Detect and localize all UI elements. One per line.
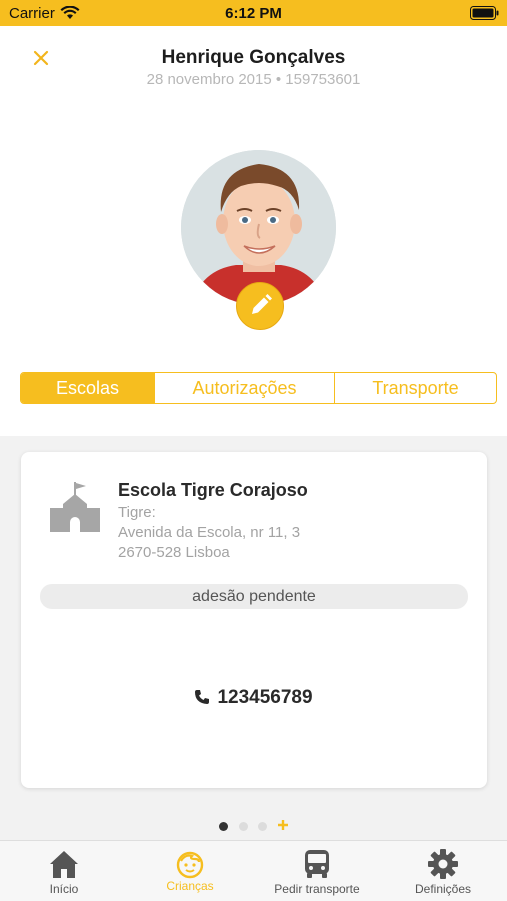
school-address-line: Tigre: — [118, 504, 156, 521]
home-icon — [50, 851, 78, 878]
school-building-icon — [50, 482, 100, 532]
phone-number-text: 123456789 — [217, 687, 313, 708]
battery-icon — [470, 6, 499, 20]
school-address-line: 2670-528 Lisboa — [118, 544, 230, 561]
bus-icon — [305, 850, 329, 878]
status-time: 6:12 PM — [225, 5, 282, 22]
phone-icon — [195, 690, 210, 704]
plus-icon — [278, 820, 288, 830]
page-dot[interactable] — [239, 822, 248, 831]
phone-number[interactable]: 123456789 — [0, 687, 507, 709]
tabbar-label: Início — [49, 882, 79, 896]
gear-icon — [428, 849, 458, 879]
tabbar-item-pedir-transporte[interactable]: Pedir transporte — [254, 842, 380, 896]
tab-escolas[interactable]: Escolas — [21, 373, 154, 403]
tabbar-label: Definições — [414, 882, 472, 896]
add-school-button[interactable] — [277, 815, 289, 836]
page-dot-active[interactable] — [219, 822, 228, 831]
tab-autorizacoes[interactable]: Autorizações — [154, 373, 334, 403]
edit-photo-button[interactable] — [236, 282, 284, 330]
child-face-icon — [176, 851, 204, 879]
school-address-line: Avenida da Escola, nr 11, 3 — [118, 524, 301, 541]
tab-transporte[interactable]: Transporte — [334, 373, 496, 403]
pencil-icon — [252, 294, 272, 314]
page-title: Henrique Gonçalves — [161, 47, 346, 68]
school-name: Escola Tigre Corajoso — [118, 480, 308, 500]
page-subtitle: 28 novembro 2015 • 159753601 — [146, 71, 361, 88]
page-dot[interactable] — [258, 822, 267, 831]
segmented-tabs: Escolas Autorizações Transporte — [20, 372, 497, 404]
tabbar-item-definicoes[interactable]: Definições — [380, 842, 506, 896]
status-badge: adesão pendente — [40, 584, 468, 609]
tabbar-label: Pedir transporte — [274, 882, 360, 896]
tabbar-item-inicio[interactable]: Início — [1, 842, 127, 896]
tabbar-label: Crianças — [166, 879, 214, 893]
tabbar-item-criancas[interactable]: Crianças — [127, 842, 253, 893]
